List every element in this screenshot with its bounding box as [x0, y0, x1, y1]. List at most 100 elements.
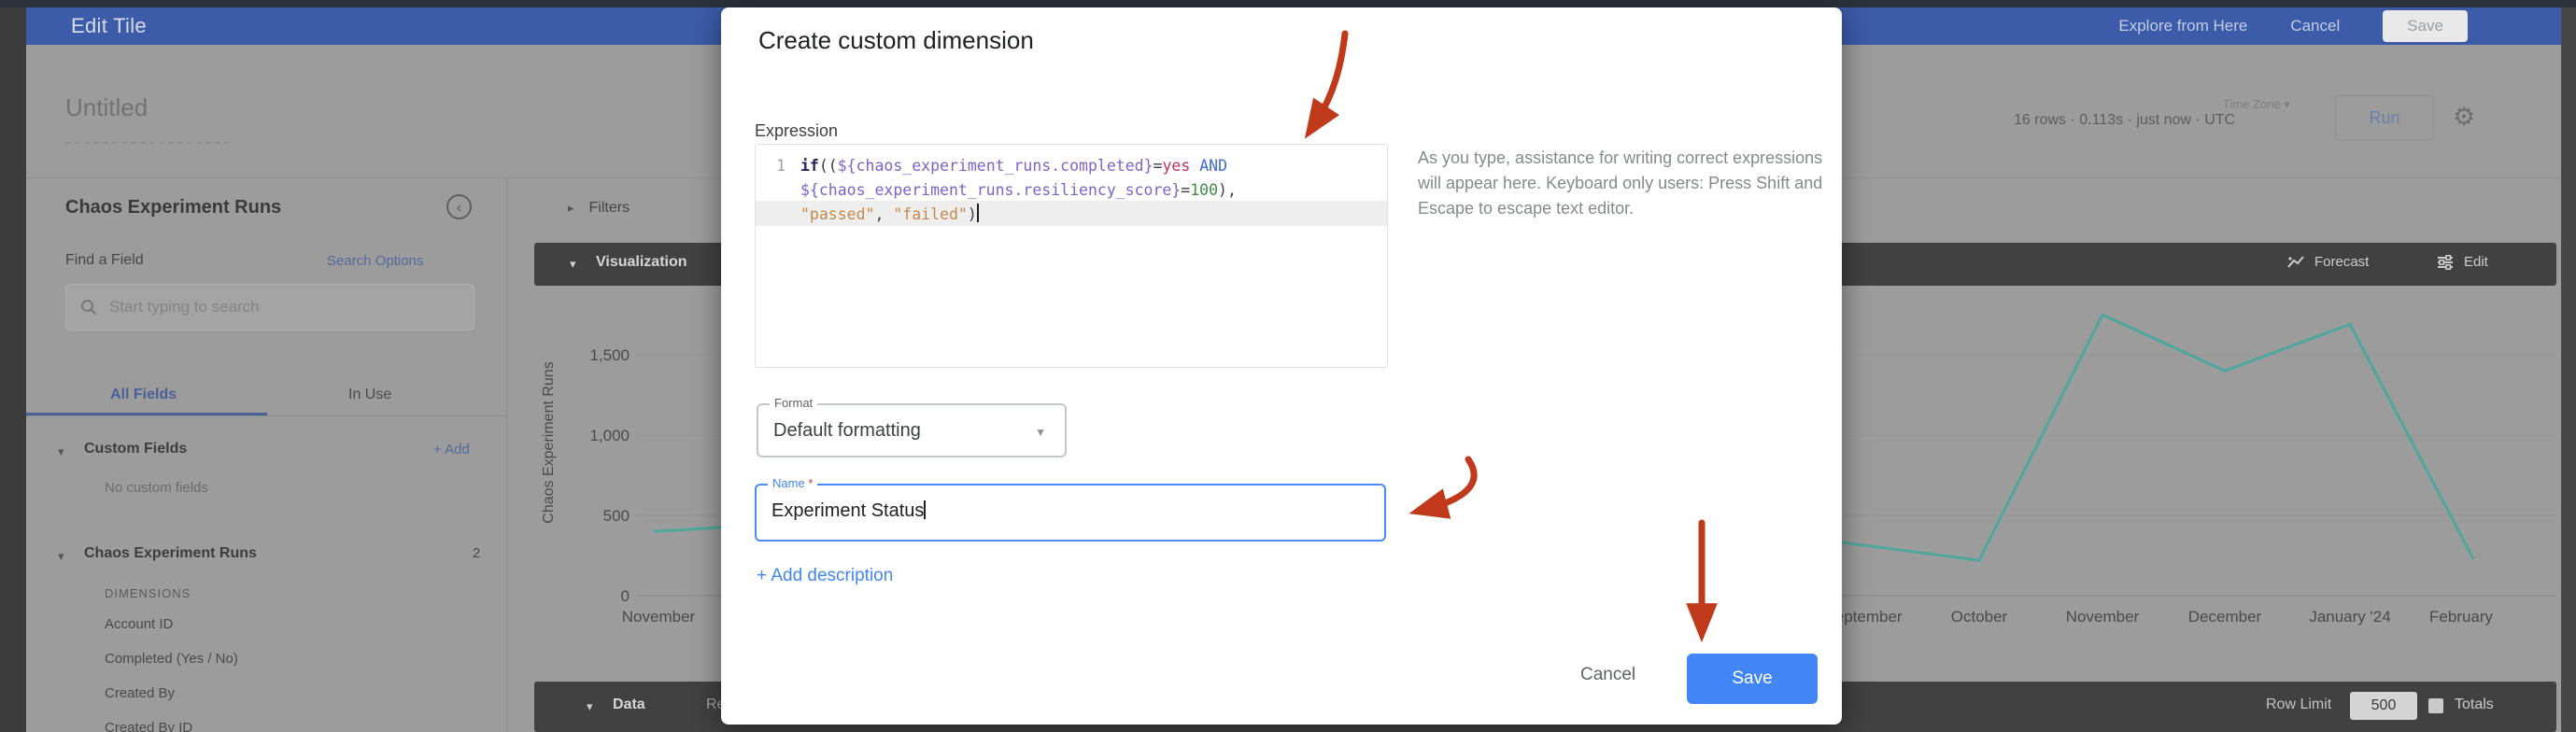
data-label: Data: [613, 697, 645, 713]
custom-fields-caret-icon[interactable]: ▾: [58, 444, 64, 459]
totals-label: Totals: [2455, 697, 2494, 713]
x-tick-label: January '24: [2309, 608, 2390, 626]
filters-label: Filters: [589, 200, 630, 217]
totals-checkbox[interactable]: [2428, 698, 2443, 713]
add-custom-field-link[interactable]: + Add: [433, 442, 470, 458]
edit-label: Edit: [2464, 254, 2488, 270]
left-edge-strip: [0, 7, 26, 732]
row-limit-input[interactable]: 500: [2350, 692, 2417, 720]
dimensions-header: DIMENSIONS: [105, 586, 191, 600]
visualization-label: Visualization: [596, 254, 687, 271]
y-axis-title: Chaos Experiment Runs: [541, 361, 557, 523]
gear-icon[interactable]: ⚙: [2453, 103, 2475, 132]
create-custom-dimension-modal: Create custom dimension Expression 1 if(…: [721, 7, 1842, 725]
sliders-icon: [2436, 255, 2455, 270]
tile-name-underline: [65, 142, 230, 144]
arrow-to-name-field: [1427, 459, 1474, 509]
required-asterisk: *: [808, 476, 813, 490]
field-account-id[interactable]: Account ID: [105, 616, 173, 632]
sidebar-divider: [506, 177, 507, 732]
edit-visualization-button[interactable]: Edit: [2436, 254, 2488, 270]
page-title: Edit Tile: [71, 14, 147, 38]
x-tick-label: November: [622, 608, 696, 626]
code-operator: =: [1154, 157, 1163, 175]
cancel-edit-button[interactable]: Cancel: [2290, 17, 2340, 35]
x-tick-label: February: [2429, 608, 2494, 626]
name-text-cursor: [924, 500, 926, 519]
code-paren3: ): [968, 205, 977, 223]
expression-helper-text: As you type, assistance for writing corr…: [1418, 146, 1825, 221]
field-created-by-id[interactable]: Created By ID: [105, 720, 192, 732]
explore-from-here-link[interactable]: Explore from Here: [2118, 17, 2247, 35]
modal-cancel-button[interactable]: Cancel: [1580, 665, 1635, 685]
collapse-sidebar-icon[interactable]: ‹: [446, 194, 472, 219]
add-description-link[interactable]: + Add description: [757, 566, 893, 586]
name-value: Experiment Status: [771, 500, 926, 522]
right-edge-strip: [2561, 7, 2576, 732]
code-paren: ((: [819, 157, 838, 175]
expression-label: Expression: [755, 121, 838, 141]
code-and: AND: [1199, 157, 1227, 175]
field-completed[interactable]: Completed (Yes / No): [105, 651, 238, 667]
forecast-button[interactable]: Forecast: [2286, 254, 2369, 270]
no-custom-fields-text: No custom fields: [105, 480, 208, 496]
code-space: [1190, 157, 1199, 175]
run-button[interactable]: Run: [2335, 95, 2434, 140]
tab-all-fields[interactable]: All Fields: [110, 387, 177, 403]
screen: Edit Tile Explore from Here Cancel Save …: [0, 0, 2576, 732]
save-tile-button[interactable]: Save: [2383, 10, 2468, 42]
tabs-divider: [26, 415, 506, 416]
x-tick-label: November: [2066, 608, 2140, 626]
format-label: Format: [770, 396, 817, 410]
name-label: Name *: [768, 476, 817, 490]
tile-name[interactable]: Untitled: [65, 93, 148, 122]
editor-text-cursor: [977, 204, 979, 222]
y-tick-label: 1,000: [589, 427, 630, 444]
code-number: 100: [1190, 181, 1218, 199]
name-input[interactable]: Name * Experiment Status: [755, 484, 1386, 542]
query-stats: 16 rows · 0.113s · just now · UTC: [2014, 112, 2235, 129]
view-caret-icon[interactable]: ▾: [58, 549, 64, 564]
chevron-down-icon: ▼: [1035, 426, 1046, 439]
timezone-label[interactable]: Time Zone ▾: [2223, 97, 2290, 112]
search-icon: [79, 298, 98, 317]
view-section[interactable]: Chaos Experiment Runs: [84, 545, 257, 562]
code-string-failed: "failed": [893, 205, 967, 223]
tab-in-use[interactable]: In Use: [348, 387, 391, 403]
visualization-caret-icon: ▾: [570, 257, 576, 272]
modal-title: Create custom dimension: [758, 26, 1034, 55]
editor-line-number: 1: [763, 154, 786, 178]
code-keyword: if: [800, 157, 819, 175]
y-tick-label: 500: [603, 507, 630, 525]
code-operator2: =: [1181, 181, 1190, 199]
forecast-icon: [2286, 255, 2305, 270]
code-string-passed: "passed": [800, 205, 874, 223]
y-tick-label: 1,500: [589, 346, 630, 364]
code-field-ref2: ${chaos_experiment_runs.resiliency_score…: [800, 181, 1181, 199]
code-comma: ,: [874, 205, 893, 223]
search-placeholder: Start typing to search: [109, 298, 260, 317]
custom-fields-section[interactable]: Custom Fields: [84, 441, 187, 458]
view-field-count: 2: [473, 545, 480, 561]
data-caret-icon: ▾: [587, 699, 593, 714]
expression-code[interactable]: if((${chaos_experiment_runs.completed}=y…: [800, 154, 1237, 227]
format-select[interactable]: Format Default formatting ▼: [757, 403, 1067, 458]
code-field-ref: ${chaos_experiment_runs.completed}: [838, 157, 1154, 175]
field-search-input[interactable]: Start typing to search: [65, 284, 474, 331]
format-value: Default formatting: [773, 420, 921, 442]
arrow-to-expression: [1315, 34, 1345, 123]
sidebar-view-title: Chaos Experiment Runs: [65, 197, 281, 218]
find-a-field-label: Find a Field: [65, 252, 144, 269]
modal-save-button[interactable]: Save: [1687, 654, 1818, 704]
code-paren2: ),: [1218, 181, 1237, 199]
search-options-link[interactable]: Search Options: [327, 253, 423, 269]
x-tick-label: October: [1951, 608, 2008, 626]
code-value-yes: yes: [1162, 157, 1190, 175]
filters-section[interactable]: ▸ Filters: [568, 200, 630, 217]
field-created-by[interactable]: Created By: [105, 685, 175, 701]
row-limit-label: Row Limit: [2266, 697, 2331, 713]
expression-editor[interactable]: 1 if((${chaos_experiment_runs.completed}…: [755, 144, 1388, 368]
y-tick-label: 0: [621, 587, 630, 605]
x-tick-label: December: [2188, 608, 2262, 626]
filters-caret-icon: ▸: [568, 201, 574, 216]
